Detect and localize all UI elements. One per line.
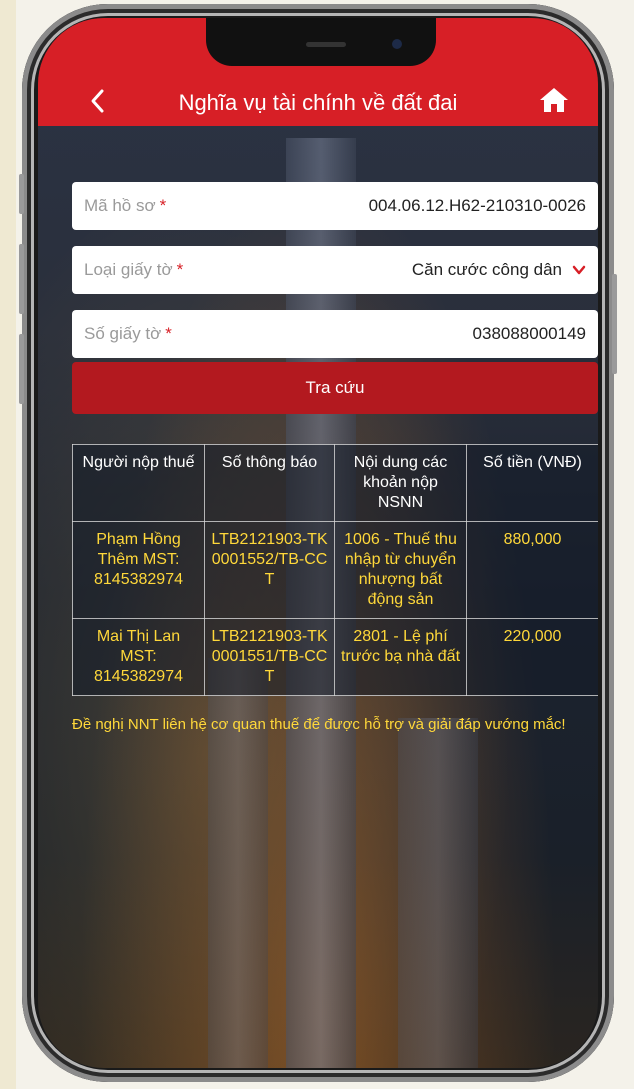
required-marker: *	[165, 324, 172, 343]
cell-so-thong-bao: LTB2121903-TK0001552/TB-CCT	[204, 521, 335, 619]
header-noi-dung: Nội dung các khoản nộp NSNN	[334, 444, 467, 522]
ho-so-field[interactable]: Mã hồ sơ * 004.06.12.H62-210310-0026	[72, 182, 598, 230]
cell-so-tien: 880,000	[466, 521, 598, 619]
ho-so-input[interactable]: 004.06.12.H62-210310-0026	[369, 196, 586, 216]
page-left-strip	[0, 0, 16, 1089]
table-row: Phạm Hồng Thêm MST: 8145382974 LTB212190…	[72, 521, 598, 619]
header-so-tien: Số tiền (VNĐ)	[466, 444, 598, 522]
required-marker: *	[159, 196, 167, 215]
ho-so-label: Mã hồ sơ	[84, 196, 156, 215]
cell-so-tien: 220,000	[466, 618, 598, 696]
phone-button-mute	[19, 174, 24, 214]
cell-noi-dung: 1006 - Thuế thu nhập từ chuyển nhượng bấ…	[334, 521, 467, 619]
page-title: Nghĩa vụ tài chính về đất đai	[178, 90, 458, 115]
support-note: Đề nghị NNT liên hệ cơ quan thuế để được…	[72, 716, 566, 733]
header-nguoi-nop: Người nộp thuế	[72, 444, 205, 522]
cell-so-thong-bao: LTB2121903-TK0001551/TB-CCT	[204, 618, 335, 696]
search-button[interactable]: Tra cứu	[72, 362, 598, 414]
cell-nguoi-nop: Mai Thị Lan MST: 8145382974	[72, 618, 205, 696]
phone-button-volume-down	[19, 334, 24, 404]
loai-giay-to-value: Căn cước công dân	[411, 260, 562, 279]
home-button[interactable]	[538, 86, 570, 114]
so-giay-to-label: Số giấy tờ	[84, 324, 162, 343]
phone-speaker	[306, 42, 346, 47]
phone-screen: Nghĩa vụ tài chính về đất đai Mã hồ sơ *…	[38, 18, 598, 1068]
home-icon	[540, 88, 568, 112]
phone-button-volume-up	[19, 244, 24, 314]
main-content: Mã hồ sơ * 004.06.12.H62-210310-0026 Loạ…	[38, 126, 598, 1068]
chevron-down-icon[interactable]	[572, 263, 586, 277]
phone-button-power	[612, 274, 617, 374]
phone-camera	[392, 39, 402, 49]
cell-noi-dung: 2801 - Lệ phí trước bạ nhà đất	[334, 618, 467, 696]
loai-giay-to-label: Loại giấy tờ	[84, 260, 173, 279]
table-row: Mai Thị Lan MST: 8145382974 LTB2121903-T…	[72, 618, 598, 696]
required-marker: *	[176, 260, 184, 279]
loai-giay-to-select[interactable]: Loại giấy tờ * Căn cước công dân	[72, 246, 598, 294]
so-giay-to-field[interactable]: Số giấy tờ * 038088000149	[72, 310, 598, 358]
result-table: Người nộp thuế Số thông báo Nội dung các…	[72, 444, 598, 696]
so-giay-to-input[interactable]: 038088000149	[473, 324, 586, 344]
table-header-row: Người nộp thuế Số thông báo Nội dung các…	[72, 444, 598, 522]
header-so-thong-bao: Số thông báo	[204, 444, 335, 522]
cell-nguoi-nop: Phạm Hồng Thêm MST: 8145382974	[72, 521, 205, 619]
